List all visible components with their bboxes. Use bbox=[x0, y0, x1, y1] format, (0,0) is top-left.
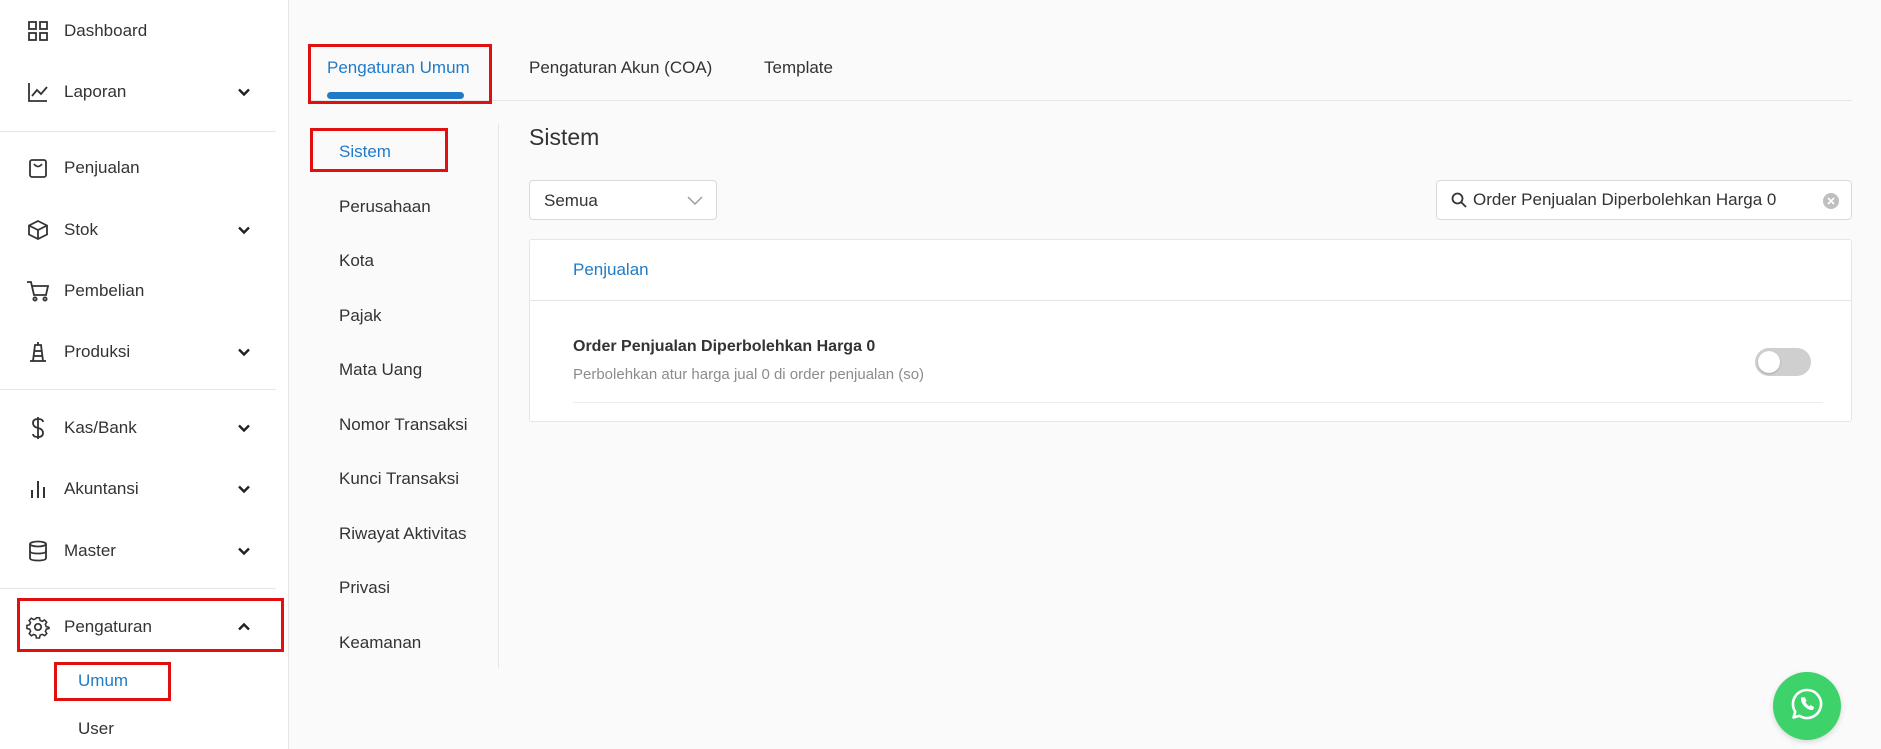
row-divider bbox=[573, 402, 1823, 403]
sidebar-item-label: Pembelian bbox=[64, 281, 145, 300]
submenu-keamanan[interactable]: Keamanan bbox=[339, 633, 421, 653]
sidebar: Dashboard Laporan Penjualan Stok Pembeli… bbox=[0, 0, 289, 749]
toggle-knob bbox=[1758, 351, 1780, 373]
chevron-down-icon bbox=[232, 218, 256, 242]
sidebar-item-label: Pengaturan bbox=[64, 617, 152, 636]
tabs-divider bbox=[307, 100, 1852, 101]
sidebar-item-label: Laporan bbox=[64, 82, 127, 101]
sidebar-item-label: Dashboard bbox=[64, 21, 148, 40]
submenu-pajak[interactable]: Pajak bbox=[339, 306, 382, 326]
sidebar-item-label: Penjualan bbox=[64, 158, 140, 177]
chevron-down-icon bbox=[686, 191, 704, 214]
sidebar-subitem-user[interactable]: User bbox=[78, 719, 114, 739]
divider bbox=[0, 588, 276, 589]
category-select-value: Semua bbox=[544, 191, 598, 210]
setting-toggle[interactable] bbox=[1755, 348, 1811, 376]
clear-icon[interactable] bbox=[1823, 193, 1839, 209]
submenu-divider bbox=[498, 124, 499, 668]
chevron-down-icon bbox=[232, 340, 256, 364]
tab-template[interactable]: Template bbox=[764, 58, 833, 78]
chevron-down-icon bbox=[232, 477, 256, 501]
active-tab-indicator bbox=[327, 92, 464, 99]
settings-card: Penjualan Order Penjualan Diperbolehkan … bbox=[529, 239, 1852, 422]
category-select[interactable]: Semua bbox=[529, 180, 717, 220]
sidebar-item-label: Master bbox=[64, 541, 116, 560]
sidebar-item-laporan[interactable]: Laporan bbox=[0, 65, 276, 119]
factory-icon bbox=[25, 339, 51, 365]
search-box bbox=[1436, 180, 1852, 220]
page-title: Sistem bbox=[529, 124, 600, 150]
card-tab-penjualan[interactable]: Penjualan bbox=[573, 260, 649, 280]
submenu-nomor-transaksi[interactable]: Nomor Transaksi bbox=[339, 415, 467, 435]
gear-icon bbox=[25, 614, 51, 640]
submenu-sistem[interactable]: Sistem bbox=[339, 142, 391, 162]
submenu-privasi[interactable]: Privasi bbox=[339, 578, 390, 598]
sidebar-item-pembelian[interactable]: Pembelian bbox=[0, 264, 276, 318]
submenu-kota[interactable]: Kota bbox=[339, 251, 374, 271]
sidebar-item-label: Kas/Bank bbox=[64, 418, 137, 437]
cart-icon bbox=[25, 278, 51, 304]
search-icon bbox=[1451, 192, 1467, 213]
box-icon bbox=[25, 217, 51, 243]
sidebar-item-penjualan[interactable]: Penjualan bbox=[0, 141, 276, 195]
chevron-up-icon bbox=[232, 615, 256, 639]
card-divider bbox=[530, 300, 1851, 301]
sidebar-item-stok[interactable]: Stok bbox=[0, 203, 276, 257]
database-icon bbox=[25, 538, 51, 564]
submenu-kunci-transaksi[interactable]: Kunci Transaksi bbox=[339, 469, 459, 489]
sidebar-item-kas-bank[interactable]: Kas/Bank bbox=[0, 401, 276, 455]
sidebar-item-pengaturan[interactable]: Pengaturan bbox=[0, 600, 276, 654]
whatsapp-icon bbox=[1790, 687, 1824, 726]
chevron-down-icon bbox=[232, 80, 256, 104]
sidebar-item-master[interactable]: Master bbox=[0, 524, 276, 578]
sidebar-item-akuntansi[interactable]: Akuntansi bbox=[0, 462, 276, 516]
whatsapp-button[interactable] bbox=[1773, 672, 1841, 740]
setting-title: Order Penjualan Diperbolehkan Harga 0 bbox=[573, 338, 876, 355]
grid-icon bbox=[25, 18, 51, 44]
chevron-down-icon bbox=[232, 539, 256, 563]
tab-pengaturan-umum[interactable]: Pengaturan Umum bbox=[327, 58, 470, 78]
sidebar-item-produksi[interactable]: Produksi bbox=[0, 325, 276, 379]
bar-chart-icon bbox=[25, 476, 51, 502]
submenu-perusahaan[interactable]: Perusahaan bbox=[339, 197, 431, 217]
sidebar-item-label: Produksi bbox=[64, 342, 131, 361]
line-chart-icon bbox=[25, 79, 51, 105]
sidebar-item-dashboard[interactable]: Dashboard bbox=[0, 4, 276, 58]
sidebar-item-label: Akuntansi bbox=[64, 479, 139, 498]
tab-pengaturan-akun[interactable]: Pengaturan Akun (COA) bbox=[529, 58, 712, 78]
shopping-bag-icon bbox=[25, 155, 51, 181]
sidebar-subitem-umum[interactable]: Umum bbox=[78, 671, 128, 691]
divider bbox=[0, 389, 276, 390]
submenu-mata-uang[interactable]: Mata Uang bbox=[339, 360, 422, 380]
sidebar-item-label: Stok bbox=[64, 220, 99, 239]
chevron-down-icon bbox=[232, 416, 256, 440]
dollar-icon bbox=[25, 415, 51, 441]
divider bbox=[0, 131, 276, 132]
search-input[interactable] bbox=[1473, 187, 1803, 213]
setting-description: Perbolehkan atur harga jual 0 di order p… bbox=[573, 366, 925, 383]
submenu-riwayat-aktivitas[interactable]: Riwayat Aktivitas bbox=[339, 524, 467, 544]
